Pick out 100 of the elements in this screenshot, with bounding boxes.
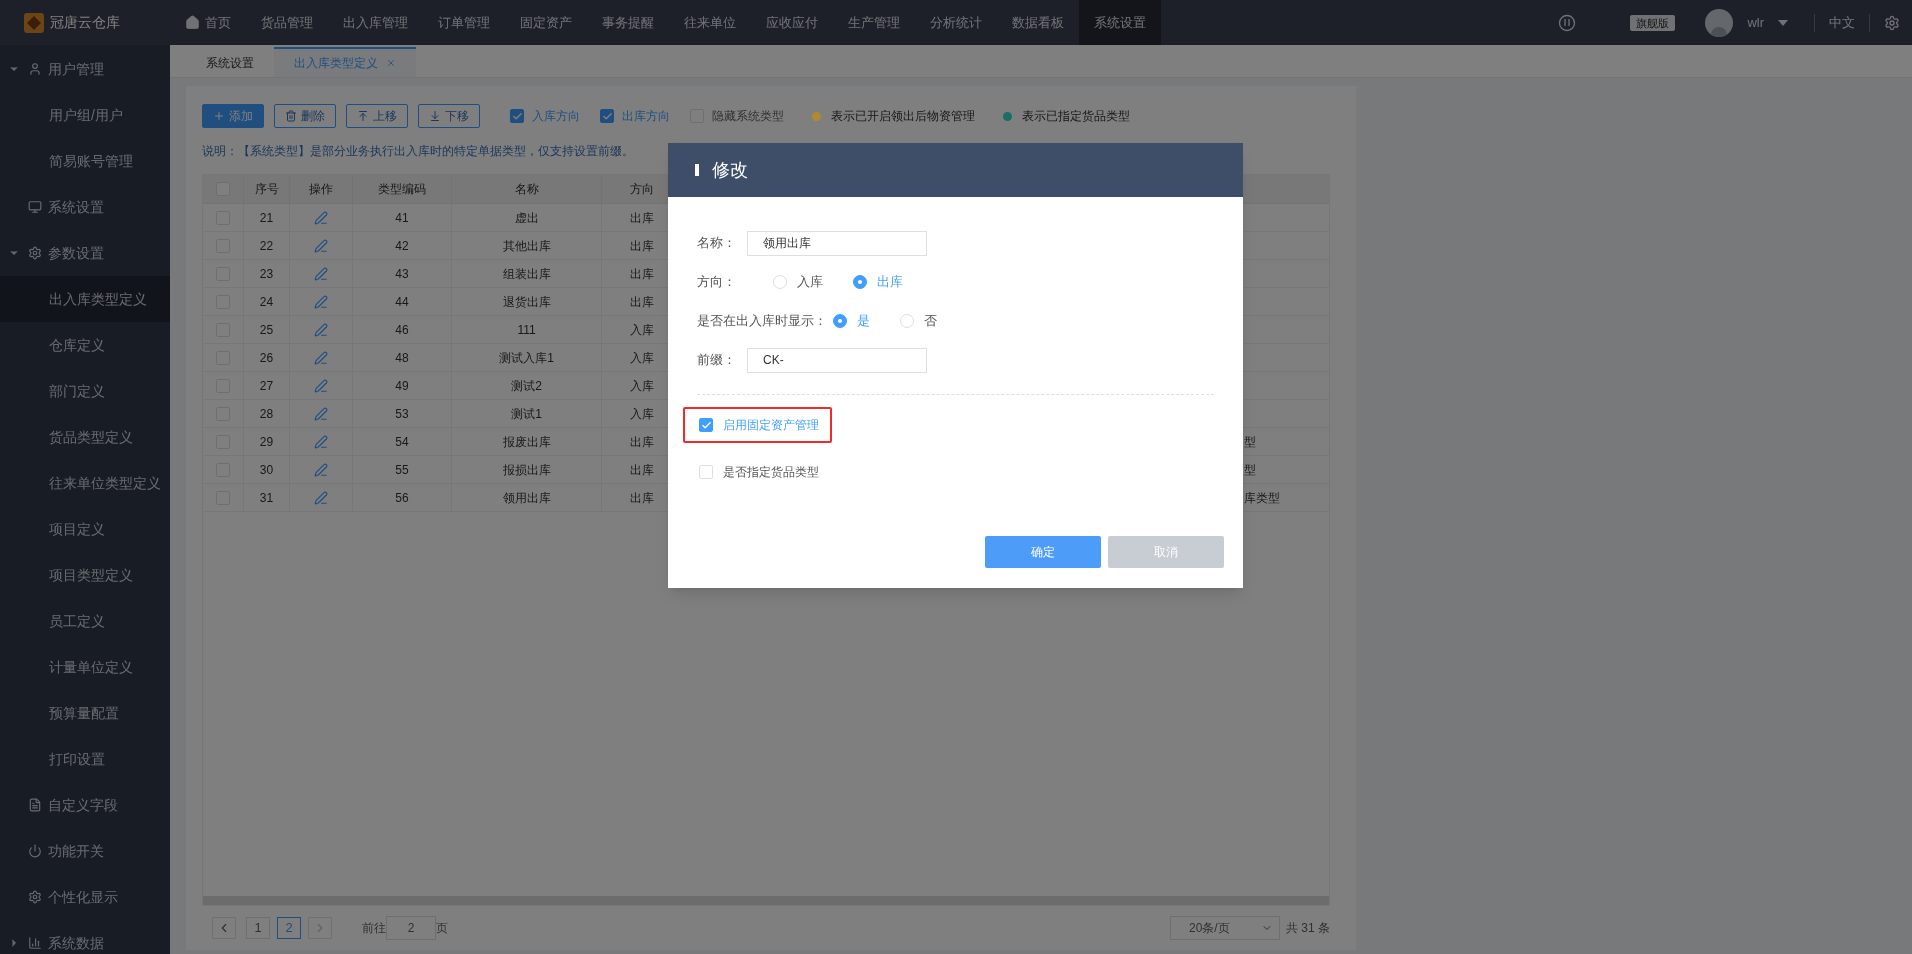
edit-icon[interactable] bbox=[314, 322, 328, 337]
option-label[interactable]: 是否指定货品类型 bbox=[723, 463, 819, 481]
sidebar-item[interactable]: 系统数据 bbox=[0, 920, 170, 954]
toolbar-button[interactable]: 上移 bbox=[346, 104, 408, 128]
sidebar-item[interactable]: 预算量配置 bbox=[0, 690, 170, 736]
note-text: 说明：【系统类型】是部分业务执行出入库时的特定单据类型，仅支持设置前缀。 bbox=[202, 143, 635, 160]
language-label[interactable]: 中文 bbox=[1829, 12, 1855, 33]
table-cell-text: 型 bbox=[1244, 461, 1256, 479]
table-cell: 25 bbox=[244, 316, 290, 343]
sidebar-item[interactable]: 出入库类型定义 bbox=[0, 276, 170, 322]
next-page-button[interactable] bbox=[308, 917, 332, 939]
nav-tab[interactable]: 往来单位 bbox=[669, 0, 751, 45]
checkbox[interactable] bbox=[600, 109, 614, 123]
sidebar-item[interactable]: 仓库定义 bbox=[0, 322, 170, 368]
settings-icon[interactable] bbox=[1884, 14, 1900, 31]
sidebar-item[interactable]: 计量单位定义 bbox=[0, 644, 170, 690]
nav-tab[interactable]: 货品管理 bbox=[246, 0, 328, 45]
user-name[interactable]: wlr bbox=[1747, 12, 1764, 33]
nav-tab[interactable]: 生产管理 bbox=[833, 0, 915, 45]
goto-label: 前往 bbox=[362, 920, 386, 937]
dialog-title: 修改 bbox=[712, 158, 748, 182]
nav-tab[interactable]: 固定资产 bbox=[505, 0, 587, 45]
edit-icon[interactable] bbox=[314, 294, 328, 309]
nav-tab[interactable]: 数据看板 bbox=[997, 0, 1079, 45]
edit-icon[interactable] bbox=[314, 266, 328, 281]
nav-tab[interactable]: 事务提醒 bbox=[587, 0, 669, 45]
sidebar-item[interactable]: 自定义字段 bbox=[0, 782, 170, 828]
settings-icon bbox=[28, 890, 42, 904]
app-name: 冠唐云仓库 bbox=[50, 13, 120, 32]
checkbox[interactable] bbox=[699, 418, 713, 432]
table-cell: 111 bbox=[452, 316, 602, 343]
toolbar-button[interactable]: 下移 bbox=[418, 104, 480, 128]
radio-label[interactable]: 出库 bbox=[877, 272, 903, 292]
table-cell: 退货出库 bbox=[452, 288, 602, 315]
sidebar-item[interactable]: 用户管理 bbox=[0, 46, 170, 92]
chart-icon bbox=[28, 936, 42, 950]
field-label: 是否在出入库时显示： bbox=[697, 312, 827, 331]
sidebar-item[interactable]: 往来单位类型定义 bbox=[0, 460, 170, 506]
column-header: 名称 bbox=[452, 175, 602, 203]
page-size-select[interactable]: 20条/页 bbox=[1170, 916, 1280, 940]
sidebar-item[interactable]: 员工定义 bbox=[0, 598, 170, 644]
radio-label[interactable]: 是 bbox=[857, 311, 870, 331]
checkbox[interactable] bbox=[510, 109, 524, 123]
sidebar-item[interactable]: 系统设置 bbox=[0, 184, 170, 230]
sidebar-item[interactable]: 项目定义 bbox=[0, 506, 170, 552]
toolbar-button[interactable]: 删除 bbox=[274, 104, 336, 128]
sidebar-item[interactable]: 简易账号管理 bbox=[0, 138, 170, 184]
radio-label[interactable]: 否 bbox=[924, 311, 937, 331]
avatar[interactable] bbox=[1705, 8, 1734, 37]
sidebar-item[interactable]: 项目类型定义 bbox=[0, 552, 170, 598]
field-label: 方向： bbox=[697, 273, 737, 292]
edit-icon[interactable] bbox=[314, 490, 328, 505]
nav-tab[interactable]: 出入库管理 bbox=[328, 0, 423, 45]
sidebar-item[interactable]: 个性化显示 bbox=[0, 874, 170, 920]
table-cell: 26 bbox=[244, 344, 290, 371]
plus-icon bbox=[213, 110, 225, 122]
total-count: 共 31 条 bbox=[1286, 920, 1330, 937]
option-label[interactable]: 启用固定资产管理 bbox=[723, 416, 819, 434]
nav-tab[interactable]: 系统设置 bbox=[1079, 0, 1161, 45]
nav-tab[interactable]: 分析统计 bbox=[915, 0, 997, 45]
page-tab[interactable]: 系统设置 bbox=[186, 47, 274, 77]
table-cell: 53 bbox=[353, 400, 452, 427]
table-cell: 43 bbox=[353, 260, 452, 287]
page-button[interactable]: 2 bbox=[277, 917, 301, 939]
page-input[interactable]: 2 bbox=[386, 916, 436, 940]
close-icon[interactable] bbox=[386, 58, 396, 68]
edit-icon[interactable] bbox=[314, 406, 328, 421]
nav-tab[interactable]: 首页 bbox=[170, 0, 246, 45]
edit-icon[interactable] bbox=[314, 378, 328, 393]
filter-label[interactable]: 隐藏系统类型 bbox=[712, 107, 784, 125]
sidebar-item[interactable]: 功能开关 bbox=[0, 828, 170, 874]
table-cell: 组装出库 bbox=[452, 260, 602, 287]
sidebar-item[interactable]: 参数设置 bbox=[0, 230, 170, 276]
radio-button[interactable] bbox=[833, 314, 847, 328]
edit-icon[interactable] bbox=[314, 462, 328, 477]
prefix-field[interactable]: CK- bbox=[747, 347, 927, 373]
filter-label[interactable]: 出库方向 bbox=[622, 107, 670, 125]
page-tab[interactable]: 出入库类型定义 bbox=[274, 47, 416, 77]
toolbar-button[interactable]: 添加 bbox=[202, 104, 264, 128]
nav-tab[interactable]: 应收应付 bbox=[751, 0, 833, 45]
column-header: 序号 bbox=[244, 175, 290, 203]
filter-label[interactable]: 入库方向 bbox=[532, 107, 580, 125]
radio-button[interactable] bbox=[853, 275, 867, 289]
sidebar-item[interactable]: 打印设置 bbox=[0, 736, 170, 782]
form-icon bbox=[28, 798, 42, 812]
nav-tab[interactable]: 订单管理 bbox=[423, 0, 505, 45]
prev-page-button[interactable] bbox=[212, 917, 236, 939]
page-button[interactable]: 1 bbox=[246, 917, 270, 939]
sidebar-item[interactable]: 部门定义 bbox=[0, 368, 170, 414]
sidebar-item[interactable]: 用户组/用户 bbox=[0, 92, 170, 138]
dialog-button[interactable]: 确定 bbox=[985, 536, 1101, 568]
edit-icon[interactable] bbox=[314, 350, 328, 365]
sidebar-item[interactable]: 货品类型定义 bbox=[0, 414, 170, 460]
edit-icon[interactable] bbox=[314, 434, 328, 449]
radio-label[interactable]: 入库 bbox=[797, 272, 823, 292]
edit-icon[interactable] bbox=[314, 210, 328, 225]
table-cell: 24 bbox=[244, 288, 290, 315]
name-field[interactable]: 领用出库 bbox=[747, 230, 927, 256]
power-icon bbox=[28, 844, 42, 858]
edit-icon[interactable] bbox=[314, 238, 328, 253]
